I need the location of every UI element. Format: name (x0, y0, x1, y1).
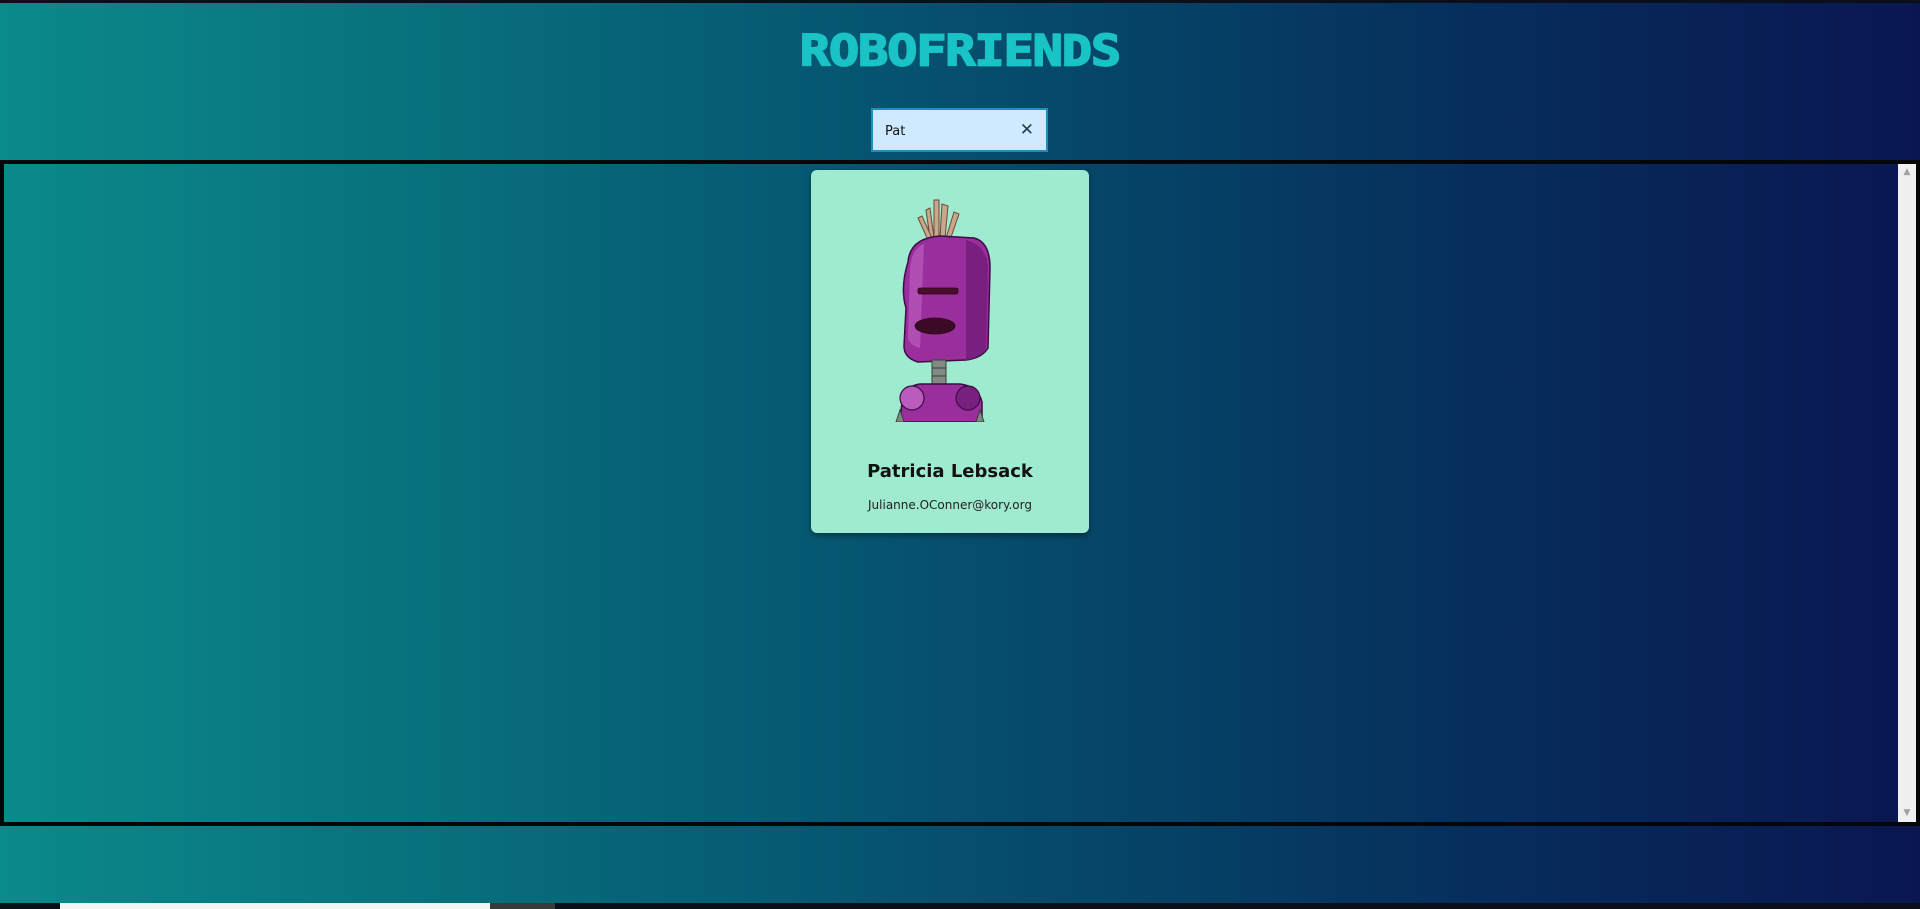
robot-name: Patricia Lebsack (867, 461, 1033, 482)
scroll-up-arrow-icon[interactable]: ▲ (1898, 164, 1916, 181)
close-icon[interactable]: ✕ (1020, 119, 1034, 141)
taskbar-edge (0, 903, 1920, 909)
robot-email: Julianne.OConner@kory.org (868, 498, 1032, 512)
page-title-text: ROBOFRIENDS (799, 25, 1122, 77)
robot-antenna (917, 199, 960, 241)
robot-list-scroll-area[interactable]: Patricia Lebsack Julianne.OConner@kory.o… (0, 160, 1920, 826)
page-title: ROBOFRIENDS (0, 22, 1920, 80)
robot-mouth (914, 317, 956, 335)
robot-avatar (895, 199, 991, 422)
robot-card[interactable]: Patricia Lebsack Julianne.OConner@kory.o… (811, 170, 1089, 533)
vertical-scrollbar[interactable]: ▲ ▼ (1898, 164, 1916, 822)
search-input[interactable] (885, 120, 1005, 142)
taskbar-window-button-active[interactable] (490, 903, 555, 909)
scroll-down-arrow-icon[interactable]: ▼ (1898, 805, 1916, 822)
top-border (0, 0, 1920, 3)
search-box[interactable]: ✕ (871, 108, 1048, 152)
robot-eye (917, 287, 959, 295)
taskbar-window-button[interactable] (60, 903, 490, 909)
